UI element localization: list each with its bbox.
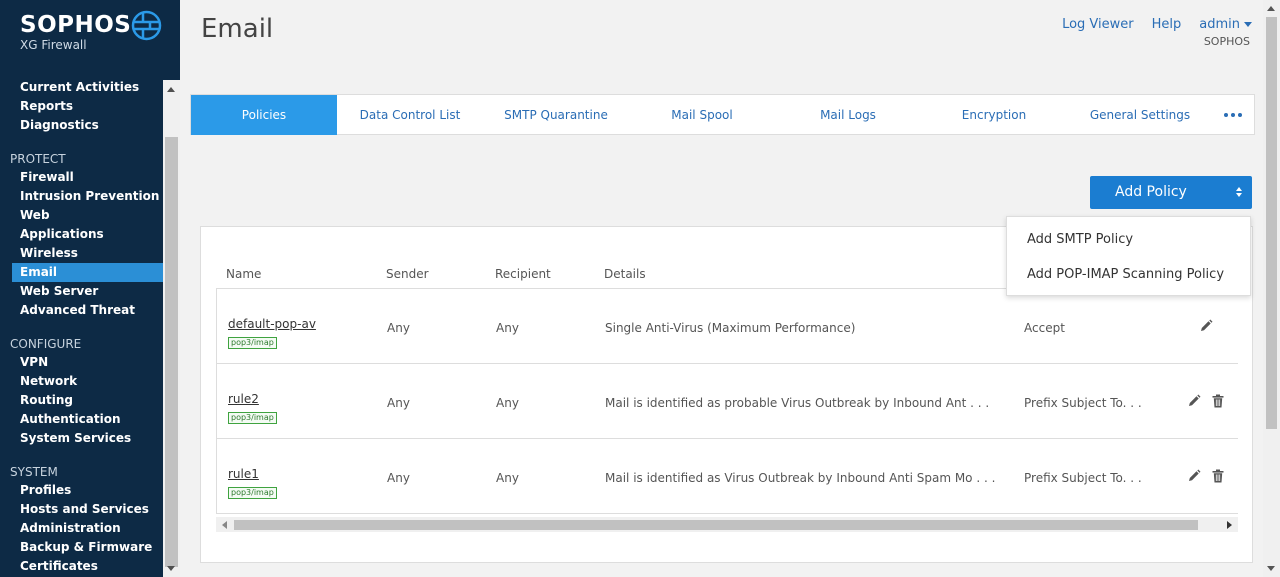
sidebar-item-system-services[interactable]: System Services: [0, 429, 163, 448]
page-title: Email: [201, 14, 274, 44]
top-links: Log Viewer Help admin: [1062, 17, 1252, 32]
table-row: default-pop-av pop3/imap Any Any Single Anti…: [217, 289, 1238, 364]
tab-general-settings[interactable]: General Settings: [1067, 95, 1213, 135]
tab-data-control-list[interactable]: Data Control List: [337, 95, 483, 135]
page-scroll-thumb[interactable]: [1266, 17, 1277, 429]
sidebar-section-system: SYSTEM: [10, 465, 58, 479]
sidebar-item-routing[interactable]: Routing: [0, 391, 163, 410]
sender-cell: Any: [387, 471, 410, 485]
page-scrollbar[interactable]: [1263, 0, 1280, 577]
delete-icon[interactable]: [1212, 394, 1224, 411]
sidebar-item-intrusion-prevention[interactable]: Intrusion Prevention: [0, 187, 163, 206]
recipient-cell: Any: [496, 471, 519, 485]
details-cell: Single Anti-Virus (Maximum Performance): [605, 321, 856, 335]
sidebar-section-protect: PROTECT: [10, 152, 66, 166]
recipient-cell: Any: [496, 396, 519, 410]
sidebar-item-web[interactable]: Web: [0, 206, 163, 225]
sidebar-item-network[interactable]: Network: [0, 372, 163, 391]
help-link[interactable]: Help: [1152, 17, 1182, 32]
scroll-left-arrow-icon[interactable]: [222, 521, 227, 529]
sidebar-scrollbar[interactable]: [163, 80, 180, 577]
chevron-down-icon: [1244, 22, 1252, 27]
sender-cell: Any: [387, 396, 410, 410]
table-row: rule1 pop3/imap Any Any Mail is identified a…: [217, 439, 1238, 513]
sidebar-item-vpn[interactable]: VPN: [0, 353, 163, 372]
edit-icon[interactable]: [1187, 394, 1201, 411]
column-header-name[interactable]: Name: [226, 267, 261, 281]
policy-name-link[interactable]: rule1: [228, 467, 259, 481]
more-tabs-icon[interactable]: [1213, 95, 1253, 135]
org-name: SOPHOS: [1203, 35, 1250, 48]
add-smtp-policy-item[interactable]: Add SMTP Policy: [1007, 222, 1250, 257]
sidebar-item-authentication[interactable]: Authentication: [0, 410, 163, 429]
action-cell: Prefix Subject To. . .: [1024, 396, 1142, 410]
tab-mail-spool[interactable]: Mail Spool: [629, 95, 775, 135]
scroll-up-arrow-icon[interactable]: [1267, 6, 1275, 11]
sidebar-item-reports[interactable]: Reports: [0, 97, 163, 116]
edit-icon[interactable]: [1187, 469, 1201, 486]
sidebar-item-advanced-threat[interactable]: Advanced Threat: [0, 301, 163, 320]
sidebar-item-email[interactable]: Email: [12, 263, 163, 282]
delete-icon[interactable]: [1212, 469, 1224, 486]
sidebar: SOPHOS XG Firewall Current Activities Rep…: [0, 0, 163, 577]
tab-encryption[interactable]: Encryption: [921, 95, 1067, 135]
sidebar-item-wireless[interactable]: Wireless: [0, 244, 163, 263]
table-scroll-thumb[interactable]: [234, 520, 1198, 530]
add-pop-imap-policy-item[interactable]: Add POP-IMAP Scanning Policy: [1007, 257, 1250, 292]
details-cell: Mail is identified as probable Virus Out…: [605, 396, 990, 410]
action-cell: Accept: [1024, 321, 1065, 335]
table-horizontal-scrollbar[interactable]: [216, 517, 1238, 532]
sidebar-item-backup-and-firmware[interactable]: Backup & Firmware: [0, 538, 163, 557]
details-cell: Mail is identified as Virus Outbreak by …: [605, 471, 996, 485]
sidebar-item-diagnostics[interactable]: Diagnostics: [0, 116, 163, 135]
sidebar-item-certificates[interactable]: Certificates: [0, 557, 163, 576]
globe-icon: [131, 10, 162, 41]
user-menu[interactable]: admin: [1199, 17, 1252, 32]
user-name: admin: [1199, 17, 1240, 32]
sidebar-nav: Current Activities Reports Diagnostics PROT…: [0, 78, 163, 576]
edit-icon[interactable]: [1199, 319, 1213, 336]
updown-arrows-icon: [1236, 187, 1242, 199]
tab-bar: Policies Data Control List SMTP Quarantine…: [190, 94, 1255, 135]
sidebar-item-current-activities[interactable]: Current Activities: [0, 78, 163, 97]
sidebar-section-configure: CONFIGURE: [10, 337, 82, 351]
scroll-down-arrow-icon[interactable]: [167, 566, 175, 571]
policy-name-link[interactable]: default-pop-av: [228, 317, 316, 331]
table-row: rule2 pop3/imap Any Any Mail is identified a…: [217, 364, 1238, 439]
sidebar-item-web-server[interactable]: Web Server: [0, 282, 163, 301]
log-viewer-link[interactable]: Log Viewer: [1062, 17, 1134, 32]
action-cell: Prefix Subject To. . .: [1024, 471, 1142, 485]
protocol-tag: pop3/imap: [228, 487, 277, 499]
scroll-down-arrow-icon[interactable]: [1267, 566, 1275, 571]
sidebar-item-profiles[interactable]: Profiles: [0, 481, 163, 500]
sender-cell: Any: [387, 321, 410, 335]
column-header-sender[interactable]: Sender: [386, 267, 429, 281]
protocol-tag: pop3/imap: [228, 412, 277, 424]
protocol-tag: pop3/imap: [228, 337, 277, 349]
sidebar-scroll-thumb[interactable]: [165, 137, 178, 567]
column-header-recipient[interactable]: Recipient: [495, 267, 551, 281]
column-header-details[interactable]: Details: [604, 267, 646, 281]
add-policy-button[interactable]: Add Policy: [1090, 176, 1252, 209]
tab-policies[interactable]: Policies: [191, 95, 337, 135]
sidebar-item-firewall[interactable]: Firewall: [0, 168, 163, 187]
recipient-cell: Any: [496, 321, 519, 335]
sidebar-item-hosts-and-services[interactable]: Hosts and Services: [0, 500, 163, 519]
policy-name-link[interactable]: rule2: [228, 392, 259, 406]
tab-smtp-quarantine[interactable]: SMTP Quarantine: [483, 95, 629, 135]
sidebar-item-applications[interactable]: Applications: [0, 225, 163, 244]
sidebar-item-administration[interactable]: Administration: [0, 519, 163, 538]
add-policy-dropdown: Add SMTP Policy Add POP-IMAP Scanning Po…: [1006, 216, 1251, 296]
tab-mail-logs[interactable]: Mail Logs: [775, 95, 921, 135]
scroll-right-arrow-icon[interactable]: [1227, 521, 1232, 529]
scroll-up-arrow-icon[interactable]: [167, 87, 175, 92]
policy-table: default-pop-av pop3/imap Any Any Single Anti…: [216, 288, 1238, 514]
add-policy-label: Add Policy: [1115, 184, 1187, 200]
